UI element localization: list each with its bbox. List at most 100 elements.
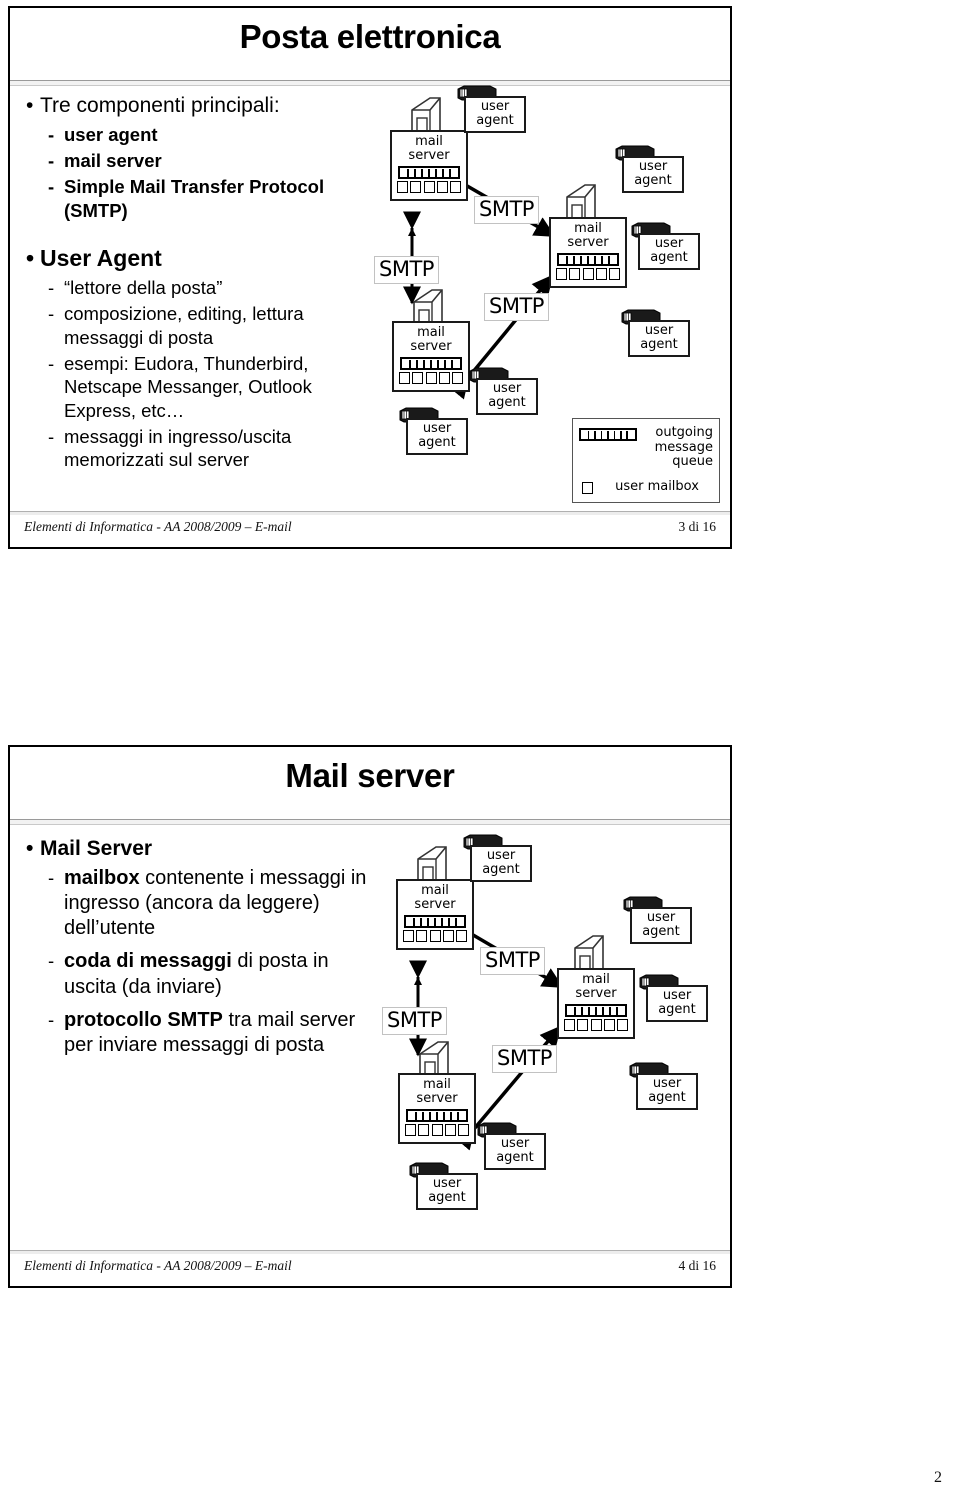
document-page: Posta elettronica • Tre componenti princi…	[0, 0, 960, 1495]
slide-2-bullet-list: • Mail Server - mailbox contenente i messa…	[26, 837, 378, 1061]
user-agent-label-line2: agent	[648, 1090, 686, 1106]
dash-icon: -	[48, 1008, 55, 1030]
user-agent-label-line2: agent	[418, 435, 456, 451]
dash-icon: -	[48, 176, 55, 198]
slide-1-footer: Elementi di Informatica - AA 2008/2009 –…	[10, 511, 730, 547]
user-agent-label-line1: user	[486, 848, 516, 863]
mail-server-label-line1: mail	[574, 221, 602, 236]
user-agent-label-line1: user	[646, 910, 676, 925]
sub-bullet-messaggi: - messaggi in ingresso/uscita memorizzati…	[48, 425, 292, 471]
slide-1-bullet-list: • Tre componenti principali: - user agent …	[26, 94, 378, 474]
mail-server-label-line1: mail	[415, 134, 443, 149]
legend-queue-label-line1: outgoing	[655, 425, 713, 440]
smtp-label-1: SMTP	[474, 196, 539, 224]
user-agent-label-line2: agent	[496, 1150, 534, 1166]
mail-server-node-1: mail server	[396, 879, 474, 951]
user-agent-label-line2: agent	[642, 924, 680, 940]
sub-bullet-lettore: - “lettore della posta”	[48, 277, 223, 299]
user-mailbox-icon	[582, 481, 593, 494]
bullet-dot-icon: •	[26, 837, 34, 860]
email-architecture-diagram-1: mail server user agent mail server mail …	[374, 85, 728, 516]
smtp-label-3: SMTP	[492, 1045, 557, 1073]
user-agent-label-line2: agent	[650, 250, 688, 266]
user-agent-node-1: user agent	[463, 834, 532, 883]
mail-server-label-line1: mail	[421, 883, 449, 898]
user-agent-label-line1: user	[422, 421, 452, 436]
mail-server-label-line2: server	[410, 339, 452, 355]
smtp-label-2: SMTP	[374, 256, 439, 284]
outgoing-message-queue-icon	[579, 428, 637, 441]
dash-icon: -	[48, 352, 55, 374]
footer-divider	[10, 511, 730, 515]
user-mailbox-row-icon	[405, 1124, 469, 1137]
outgoing-message-queue-icon	[565, 1004, 627, 1018]
slide-1-title-area: Posta elettronica	[10, 8, 730, 86]
dash-icon: -	[48, 303, 55, 325]
outgoing-message-queue-icon	[557, 253, 619, 267]
slide-2-title: Mail server	[285, 757, 455, 794]
user-agent-node-5: user agent	[469, 367, 538, 416]
user-agent-node-3: user agent	[639, 974, 708, 1023]
sub-bullet-coda: - coda di messaggi di posta in uscita (da…	[48, 950, 329, 998]
smtp-label-2: SMTP	[382, 1007, 447, 1035]
user-mailbox-row-icon	[403, 930, 467, 943]
sub-bullet-smtp: - Simple Mail Transfer Protocol (SMTP)	[48, 176, 325, 221]
outgoing-message-queue-icon	[398, 166, 460, 180]
user-agent-label-line2: agent	[488, 395, 526, 411]
slide-1-body: • Tre componenti principali: - user agent …	[10, 85, 730, 507]
sub-bullet-composizione: - composizione, editing, lettura messaggi…	[48, 303, 304, 348]
user-agent-label-line1: user	[652, 1076, 682, 1091]
sub-bullet-mail-server: - mail server	[48, 150, 162, 172]
mail-server-label-line2: server	[416, 1091, 458, 1107]
mail-server-label-line2: server	[567, 235, 609, 251]
user-agent-label-line1: user	[654, 236, 684, 251]
user-agent-label-line1: user	[662, 988, 692, 1003]
outgoing-message-queue-icon	[404, 915, 466, 929]
sub-bullet-protocollo: - protocollo SMTP tra mail server per inv…	[48, 1008, 356, 1056]
user-agent-label-line2: agent	[476, 113, 514, 129]
mail-server-label-line1: mail	[417, 325, 445, 340]
outgoing-message-queue-icon	[406, 1109, 468, 1123]
user-agent-node-4: user agent	[621, 309, 690, 358]
sub-bullet-mailbox: - mailbox contenente i messaggi in ingres…	[48, 866, 367, 940]
user-agent-node-6: user agent	[409, 1162, 478, 1211]
legend-row-queue: outgoing message queue	[579, 425, 713, 470]
outgoing-message-queue-icon	[400, 357, 462, 371]
user-agent-node-6: user agent	[399, 407, 468, 456]
dash-icon: -	[48, 425, 55, 447]
user-agent-node-3: user agent	[631, 222, 700, 271]
slide-2-title-area: Mail server	[10, 747, 730, 825]
mail-server-node-3: mail server	[549, 217, 627, 289]
dash-icon: -	[48, 277, 55, 299]
dash-icon: -	[48, 950, 55, 972]
user-agent-label-line2: agent	[640, 337, 678, 353]
bullet-mail-server-heading: • Mail Server	[26, 837, 153, 860]
bullet-tre-componenti: • Tre componenti principali:	[26, 94, 280, 117]
mail-server-label-line1: mail	[582, 972, 610, 987]
dash-icon: -	[48, 866, 55, 888]
user-agent-label-line1: user	[492, 381, 522, 396]
footer-slide-number: 3 di 16	[678, 519, 716, 534]
mail-server-label-line2: server	[575, 986, 617, 1002]
bullet-dot-icon: •	[26, 244, 35, 271]
user-agent-label-line1: user	[644, 323, 674, 338]
user-agent-label-line2: agent	[482, 862, 520, 878]
mail-server-node-1: mail server	[390, 130, 468, 202]
mail-server-node-2: mail server	[398, 1073, 476, 1145]
user-mailbox-row-icon	[397, 181, 461, 194]
user-agent-node-5: user agent	[477, 1122, 546, 1171]
smtp-label-1: SMTP	[480, 947, 545, 975]
footer-course-text: Elementi di Informatica - AA 2008/2009 –…	[24, 1258, 292, 1273]
user-mailbox-row-icon	[564, 1019, 628, 1032]
dash-icon: -	[48, 150, 55, 172]
smtp-label-3: SMTP	[484, 293, 549, 321]
title-divider	[10, 80, 730, 86]
user-agent-node-4: user agent	[629, 1062, 698, 1111]
legend-queue-label-line2: message queue	[654, 439, 713, 470]
mail-server-node-2: mail server	[392, 321, 470, 393]
mail-server-node-3: mail server	[557, 968, 635, 1040]
user-agent-label-line1: user	[638, 159, 668, 174]
mail-server-label-line1: mail	[423, 1077, 451, 1092]
user-agent-label-line1: user	[500, 1136, 530, 1151]
dash-icon: -	[48, 123, 55, 145]
